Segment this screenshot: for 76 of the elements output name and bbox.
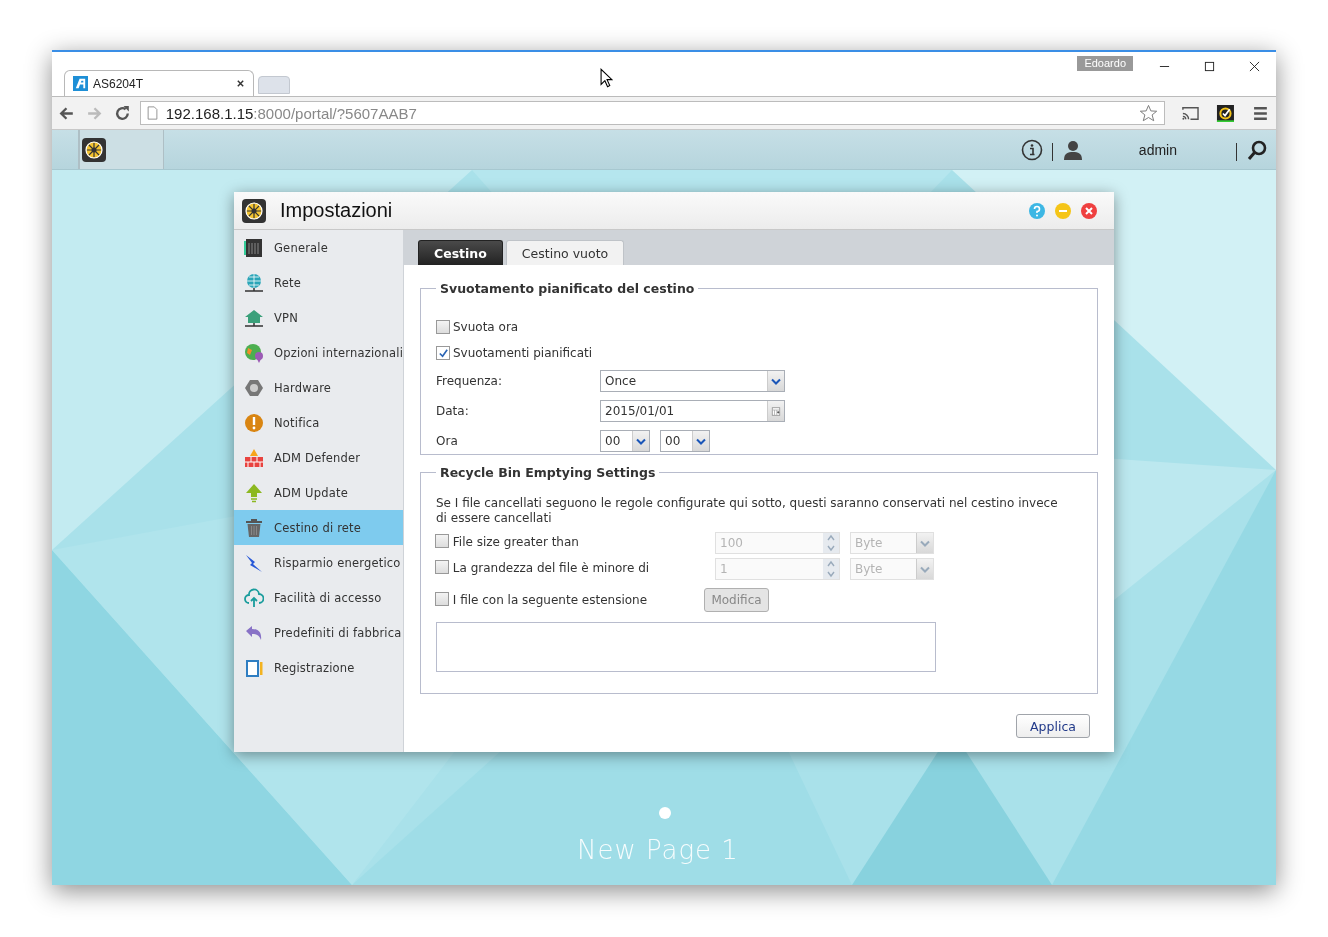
checkbox-label: I file con la seguente estensione [435,592,703,608]
nut-icon [244,377,264,398]
sidebar-item[interactable]: Cestino di rete [234,510,403,545]
sidebar-item[interactable]: Predefiniti di fabbrica [234,615,403,650]
star-icon[interactable] [1139,103,1159,123]
sidebar-item[interactable]: Risparmio energetico [234,545,403,580]
reload-icon[interactable] [113,104,131,122]
user-icon[interactable] [1061,138,1084,161]
apply-button[interactable]: Applica [1016,714,1090,738]
tab[interactable]: Cestino [418,240,503,265]
field-label: Frequenza: [436,373,503,390]
sidebar-item[interactable]: Registrazione [234,650,403,685]
extension-icon[interactable] [1216,104,1236,122]
browser-tab[interactable]: AS6204T [64,70,254,96]
sidebar-item[interactable]: Hardware [234,370,403,405]
sidebar-item[interactable]: ADM Update [234,475,403,510]
address-bar[interactable]: 192.168.1.15:8000/portal/?5607AAB7 [139,101,1166,125]
fire-wall-icon [244,447,264,468]
cloud-upload-icon [244,587,264,608]
checkbox-label: Svuota ora [453,320,519,334]
page-icon [146,106,158,120]
dialog-title: Impostazioni [280,199,393,222]
checkbox-label: File size greater than [435,534,703,550]
user-name[interactable]: admin [1138,141,1177,158]
tab-title: AS6204T [93,76,145,91]
spinner-arrows-icon [826,559,836,579]
menu-icon[interactable] [1251,104,1270,122]
checkbox-label: La grandezza del file è minore di [435,560,703,576]
chevron-down-icon [636,436,646,446]
chevron-down-icon [920,564,930,574]
chevron-down-icon [771,376,781,386]
sidebar-item[interactable]: Opzioni internazionali [234,335,403,370]
settings-wheel-icon [242,198,266,223]
sidebar-item[interactable]: VPN [234,300,403,335]
sidebar-item[interactable]: Rete [234,265,403,300]
chevron-down-icon [920,538,930,548]
date-field[interactable]: 2015/01/01 [600,400,785,422]
cursor-icon [600,68,613,88]
globe-icon [244,272,264,293]
search-icon[interactable] [1246,138,1268,161]
maximize-icon[interactable] [1204,61,1215,72]
description-text: Se I file cancellati seguono le regole configurate qui sotto, questi saranno conservati nel cestino invece di essere cancellati [436,496,1059,526]
server-icon [244,237,264,258]
checkbox[interactable] [436,346,450,360]
spinner-arrows-icon [826,533,836,553]
group-title: Recycle Bin Emptying Settings [439,465,657,480]
info-icon[interactable] [1020,138,1043,161]
group-title: Svuotamento pianificato del cestino [439,281,696,296]
tab[interactable]: Cestino vuoto [505,240,625,265]
sidebar-item[interactable]: Notifica [234,405,403,440]
sidebar-item[interactable]: Generale [234,230,403,265]
hour-dropdown[interactable]: 00 [600,430,650,452]
field-label: Data: [436,403,470,420]
trash-icon [244,517,264,538]
checkbox[interactable] [436,320,450,334]
field-label: Ora [436,433,459,450]
close-icon[interactable] [236,79,245,88]
chevron-down-icon [696,436,706,446]
url-text: 192.168.1.15:8000/portal/?5607AAB7 [165,104,417,122]
sidebar-item[interactable]: Facilità di accesso [234,580,403,615]
checkbox-label: Svuotamenti pianificati [453,346,593,360]
settings-wheel-icon[interactable] [82,137,106,162]
house-icon [244,307,264,328]
close-icon[interactable] [1249,61,1260,72]
globe-pin-icon [244,342,264,363]
page-title: New Page 1 [576,835,740,865]
clipboard-icon [244,657,264,678]
up-arrow-icon [244,482,264,503]
app-logo-icon [73,76,88,91]
exclamation-icon [244,412,264,433]
cast-icon[interactable] [1181,104,1201,122]
calendar-icon [771,406,781,416]
extension-list-field[interactable] [436,622,936,672]
frequency-dropdown[interactable]: Once [600,370,785,392]
sidebar-item[interactable]: ADM Defender [234,440,403,475]
minute-dropdown[interactable]: 00 [660,430,710,452]
